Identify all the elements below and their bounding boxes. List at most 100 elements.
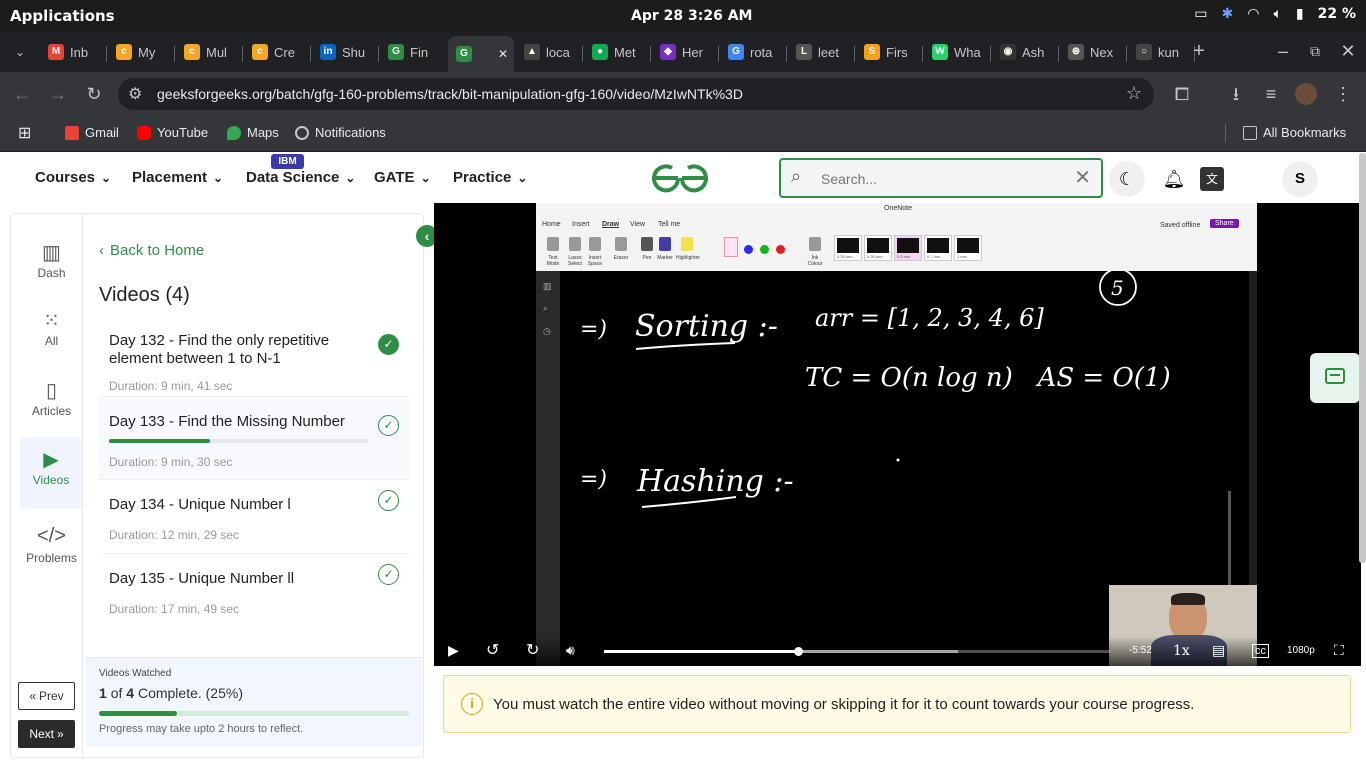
reload-icon[interactable]: ↻ (82, 82, 106, 106)
play-button[interactable]: ▶ (448, 642, 459, 659)
volume-button[interactable]: 🔊︎ (566, 642, 575, 659)
tab-separator (106, 46, 107, 62)
bookmark-gmail[interactable]: Gmail (65, 125, 119, 140)
chevron-down-icon: ⌄ (101, 171, 112, 185)
browser-tab[interactable]: ◆ Her (652, 38, 714, 66)
transcript-icon[interactable]: ▤ (1212, 642, 1225, 659)
tab-search-icon[interactable]: ⌄ (8, 40, 32, 64)
quality-selector[interactable]: 1080p (1287, 645, 1315, 656)
browser-tab[interactable]: ○ kun (1128, 38, 1190, 66)
rail-item-all[interactable]: ⁙ All (20, 302, 83, 368)
system-tray[interactable]: ▭ ✱ ◠ 🔈︎ ▮ 22 % (1194, 6, 1356, 22)
seek-knob[interactable] (793, 647, 803, 656)
globe-icon (295, 125, 309, 140)
bluetooth-icon: ✱ (1221, 6, 1234, 22)
search-icon: ⌕ (543, 303, 549, 313)
media-control-icon[interactable]: ≡ (1259, 82, 1283, 106)
page-scrollbar[interactable] (1359, 153, 1366, 563)
site-info-icon[interactable]: ⚙ (128, 84, 142, 104)
site-search[interactable]: ⌕ ✕ (779, 158, 1103, 198)
clear-search-icon[interactable]: ✕ (1074, 165, 1091, 190)
tab-separator (854, 46, 855, 62)
close-tab-icon[interactable]: ✕ (498, 47, 508, 61)
browser-menu-icon[interactable]: ⋮ (1331, 82, 1355, 106)
browser-tab[interactable]: in Shu (312, 38, 374, 66)
dark-mode-toggle[interactable]: ☾ (1109, 161, 1145, 197)
seek-bar[interactable] (604, 647, 1110, 656)
user-avatar[interactable]: S (1282, 161, 1318, 197)
translate-icon[interactable]: 文 (1200, 167, 1224, 191)
address-url[interactable]: geeksforgeeks.org/batch/gfg-160-problems… (157, 86, 743, 102)
browser-tab[interactable]: G Fin (380, 38, 442, 66)
next-button[interactable]: Next» (18, 720, 75, 748)
browser-tab[interactable]: W Wha (924, 38, 986, 66)
browser-tab[interactable]: c Cre (244, 38, 306, 66)
tab-favicon-icon: S (864, 44, 880, 60)
nav-placement[interactable]: Placement ⌄ (132, 169, 223, 186)
presenter-hair (1171, 593, 1205, 605)
onenote-tool: Text Mode (546, 255, 560, 267)
nav-courses[interactable]: Courses ⌄ (35, 169, 111, 186)
browser-tab[interactable]: M Inb (40, 38, 102, 66)
rail-item-articles[interactable]: ▯ Articles (20, 372, 83, 438)
prev-button[interactable]: «Prev (18, 682, 75, 710)
browser-tab[interactable]: ▲ loca (516, 38, 578, 66)
apps-grid-icon[interactable]: ⊞ (18, 123, 31, 143)
bookmark-notifications[interactable]: Notifications (295, 125, 386, 140)
search-input[interactable] (821, 168, 1061, 190)
rewind-10-button[interactable]: ↺ (486, 640, 499, 660)
extensions-icon[interactable]: ⧠ (1170, 82, 1194, 106)
browser-tab[interactable]: Grota (720, 38, 782, 66)
browser-tab[interactable]: ⊛ Nex (1060, 38, 1122, 66)
onenote-tool-icon (809, 237, 821, 251)
rail-item-dash[interactable]: ▥ Dash (20, 234, 83, 300)
forward-icon[interactable]: → (46, 82, 70, 106)
rail-item-problems[interactable]: </> Problems (20, 519, 83, 585)
browser-tab[interactable]: c Mul (176, 38, 238, 66)
bookmark-star-icon[interactable]: ☆ (1126, 83, 1142, 104)
captions-icon[interactable]: cc (1252, 644, 1269, 658)
browser-tab[interactable]: S Firs (856, 38, 918, 66)
browser-tab[interactable]: ● Met (584, 38, 646, 66)
address-bar[interactable]: ⚙ geeksforgeeks.org/batch/gfg-160-proble… (118, 78, 1154, 110)
notifications-bell-icon[interactable]: 🔔︎ (1156, 161, 1192, 197)
rail-item-videos[interactable]: ▶ Videos (20, 437, 82, 509)
minimize-window-button[interactable]: – (1271, 39, 1295, 63)
bookmark-maps[interactable]: Maps (227, 125, 279, 140)
system-clock[interactable]: Apr 28 3:26 AM (631, 8, 752, 24)
browser-tab[interactable]: c My (108, 38, 170, 66)
browser-tab[interactable]: ◉ Ash (992, 38, 1054, 66)
video-list-item-current[interactable]: Day 133 - Find the Missing Number Durati… (99, 397, 409, 479)
profile-avatar[interactable] (1295, 83, 1317, 105)
bookmark-youtube[interactable]: YouTube (137, 125, 208, 140)
gfg-logo[interactable] (648, 161, 712, 195)
back-icon[interactable]: ← (10, 82, 34, 106)
back-to-home-link[interactable]: ‹ Back to Home (99, 242, 204, 259)
video-list-item[interactable]: Day 134 - Unique Number l Duration: 12 m… (99, 480, 409, 553)
video-player[interactable]: OneNote Home Insert Draw View Tell me Sa… (434, 203, 1361, 666)
nav-gate[interactable]: GATE ⌄ (374, 169, 431, 186)
browser-tab[interactable]: Lleet (788, 38, 850, 66)
pen-size-option: 0.7 mm (924, 235, 952, 261)
onenote-tab-draw: Draw (602, 221, 620, 228)
nav-practice[interactable]: Practice ⌄ (453, 169, 527, 186)
download-icon[interactable]: ⭳ (1224, 82, 1248, 106)
video-list-item[interactable]: Day 135 - Unique Number ll Duration: 17 … (99, 554, 409, 627)
nav-data-science[interactable]: Data Science ⌄ (246, 169, 355, 186)
close-window-button[interactable]: ✕ (1336, 39, 1360, 63)
course-sidebar: ▥ Dash ⁙ All ▯ Articles ▶ Videos </> Pro… (10, 213, 424, 758)
video-list-item[interactable]: Day 132 - Find the only repetitive eleme… (99, 324, 409, 396)
tab-separator (1126, 46, 1127, 62)
maximize-window-button[interactable]: ⧉ (1303, 39, 1327, 63)
bookmarks-divider (1225, 124, 1226, 142)
playback-speed[interactable]: 1x (1173, 643, 1190, 659)
completed-check-icon: ✓ (378, 334, 399, 355)
fullscreen-icon[interactable]: ⛶ (1334, 642, 1344, 659)
applications-menu[interactable]: Applications (10, 7, 115, 25)
all-bookmarks[interactable]: All Bookmarks (1243, 125, 1346, 140)
ink-circled-5: 5 (1111, 276, 1124, 300)
tab-active[interactable]: G ✕ (448, 36, 514, 72)
new-tab-button[interactable]: + (1187, 39, 1211, 63)
forward-10-button[interactable]: ↻ (526, 640, 539, 660)
chat-button[interactable] (1310, 353, 1360, 403)
